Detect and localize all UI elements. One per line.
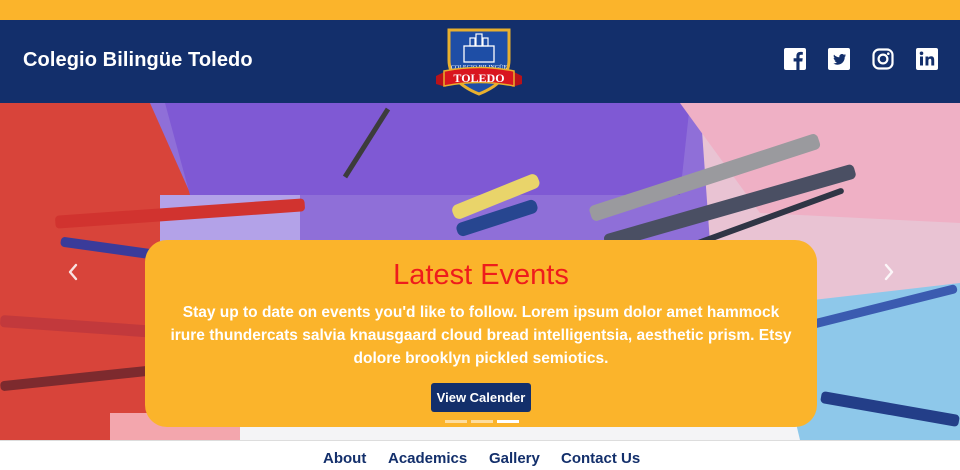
chevron-right-icon[interactable] bbox=[880, 261, 898, 283]
nav-item-about[interactable]: About bbox=[323, 450, 366, 467]
events-description: Stay up to date on events you'd like to … bbox=[170, 304, 792, 367]
nav-item-gallery[interactable]: Gallery bbox=[489, 450, 540, 467]
nav-item-contact-us[interactable]: Contact Us bbox=[561, 450, 640, 467]
carousel-indicator[interactable] bbox=[471, 420, 493, 423]
linkedin-icon[interactable] bbox=[915, 47, 939, 71]
school-logo[interactable]: COLEGIO BILINGÜE TOLEDO bbox=[432, 24, 526, 100]
carousel-indicator-active[interactable] bbox=[497, 420, 519, 423]
facebook-icon[interactable] bbox=[783, 47, 807, 71]
events-title: Latest Events bbox=[393, 259, 569, 291]
chevron-left-icon[interactable] bbox=[64, 261, 82, 283]
site-header: Colegio Bilingüe Toledo COLEGIO BILINGÜE… bbox=[0, 20, 960, 103]
instagram-icon[interactable] bbox=[871, 47, 895, 71]
top-accent-strip bbox=[0, 0, 960, 20]
logo-banner-text: TOLEDO bbox=[453, 71, 504, 85]
hero-carousel: Latest Events Stay up to date on events … bbox=[0, 103, 960, 440]
nav-item-academics[interactable]: Academics bbox=[388, 450, 467, 467]
events-card: Latest Events Stay up to date on events … bbox=[145, 240, 817, 427]
site-title[interactable]: Colegio Bilingüe Toledo bbox=[23, 49, 253, 72]
main-navigation: About Academics Gallery Contact Us bbox=[0, 440, 960, 470]
twitter-icon[interactable] bbox=[827, 47, 851, 71]
view-calendar-button[interactable]: View Calender bbox=[431, 383, 531, 412]
carousel-indicator[interactable] bbox=[445, 420, 467, 423]
